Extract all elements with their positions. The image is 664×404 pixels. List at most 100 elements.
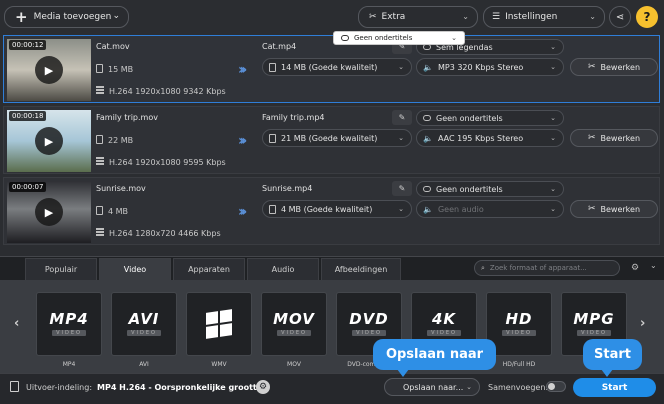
tab-label: Apparaten: [188, 265, 230, 274]
video-thumbnail[interactable]: 00:00:18 ▶: [7, 110, 91, 172]
tab-populair[interactable]: Populair: [25, 258, 97, 280]
play-icon[interactable]: ▶: [35, 127, 63, 155]
play-icon[interactable]: ▶: [35, 56, 63, 84]
video-thumbnail[interactable]: 00:00:12 ▶: [7, 39, 91, 101]
format-label: MP4: [62, 361, 76, 368]
audio-dropdown[interactable]: 🔈 MP3 320 Kbps Stereo ⌄: [416, 58, 564, 76]
share-button[interactable]: ⋖: [609, 6, 631, 28]
rename-pencil-icon[interactable]: ✎: [392, 181, 412, 196]
source-size-text: 15 MB: [108, 65, 134, 74]
callout-save-text: Opslaan naar: [385, 347, 484, 362]
file-row[interactable]: 00:00:07 ▶ Sunrise.mov 4 MB H.264 1280x7…: [3, 177, 660, 245]
format-mov[interactable]: MOV VIDEO: [261, 292, 327, 356]
file-list-empty-area: [0, 248, 664, 256]
format-tag: VIDEO: [352, 330, 386, 336]
format-label: HD/Full HD: [502, 361, 536, 368]
format-tag: VIDEO: [277, 330, 311, 336]
toggle-knob: [548, 383, 555, 390]
subtitles-dropdown[interactable]: Geen ondertitels ⌄: [416, 181, 564, 197]
format-search-input[interactable]: ⌕ Zoek formaat of apparaat...: [474, 260, 620, 276]
tab-video[interactable]: Video: [99, 258, 171, 280]
extra-label: Extra: [381, 12, 406, 22]
format-wmv[interactable]: [186, 292, 252, 356]
play-icon[interactable]: ▶: [35, 198, 63, 226]
tools-icon: ✂: [587, 133, 596, 143]
chevron-down-icon: ⌄: [550, 205, 556, 213]
video-thumbnail[interactable]: 00:00:07 ▶: [7, 181, 91, 243]
merge-toggle[interactable]: [546, 381, 566, 392]
output-size-dropdown[interactable]: 4 MB (Goede kwaliteit) ⌄: [262, 200, 412, 218]
edit-button[interactable]: ✂ Bewerken: [570, 58, 658, 76]
speaker-icon: 🔈: [423, 133, 433, 143]
save-to-dropdown[interactable]: Opslaan naar... ⌄: [384, 378, 480, 396]
callout-save: Opslaan naar: [373, 339, 496, 377]
settings-button[interactable]: ☰ Instellingen ⌄: [483, 6, 605, 28]
source-codec: H.264 1280x720 4466 Kbps: [96, 228, 221, 238]
file-icon: [96, 206, 103, 215]
chevron-down-icon: ⌄: [550, 114, 556, 122]
settings-list-icon: ☰: [492, 12, 501, 22]
extra-button[interactable]: ✂ Extra ⌄: [358, 6, 478, 28]
add-media-button[interactable]: + Media toevoegen ⌄: [4, 6, 129, 28]
format-badge: DVD: [349, 310, 389, 328]
subtitles-text: Geen ondertitels: [436, 113, 503, 123]
source-file-name: Sunrise.mov: [96, 184, 146, 193]
edit-button[interactable]: ✂ Bewerken: [570, 200, 658, 218]
file-row[interactable]: 00:00:12 ▶ Cat.mov 15 MB H.264 1920x1080…: [3, 35, 660, 103]
callout-tail: [397, 369, 409, 377]
chevron-left-icon[interactable]: ‹: [14, 316, 19, 331]
format-label: MOV: [287, 361, 301, 368]
chevron-down-icon: ⌄: [550, 134, 556, 142]
format-badge: HD: [505, 310, 533, 328]
file-icon: [269, 133, 276, 143]
duration-badge: 00:00:18: [9, 111, 47, 121]
chevron-right-icon[interactable]: ›: [640, 316, 645, 331]
chevron-down-icon: ⌄: [550, 43, 556, 51]
source-codec: H.264 1920x1080 9595 Kbps: [96, 157, 226, 167]
tab-afbeeldingen[interactable]: Afbeeldingen: [321, 258, 401, 280]
tools-icon: ✂: [587, 204, 596, 214]
chevron-down-icon: ⌄: [398, 63, 404, 71]
plus-icon: +: [15, 7, 28, 26]
file-row[interactable]: 00:00:18 ▶ Family trip.mov 22 MB H.264 1…: [3, 106, 660, 174]
format-settings-icon[interactable]: ⚙: [627, 260, 643, 276]
chevron-down-icon: ⌄: [589, 12, 596, 21]
tab-apparaten[interactable]: Apparaten: [173, 258, 245, 280]
tab-label: Populair: [44, 265, 78, 274]
audio-dropdown[interactable]: 🔈 AAC 195 Kbps Stereo ⌄: [416, 129, 564, 147]
audio-text: Geen audio: [437, 204, 484, 214]
gear-icon[interactable]: ⚙: [256, 380, 270, 394]
callout-start: Start: [583, 339, 642, 377]
subtitles-dropdown[interactable]: Geen ondertitels ⌄: [416, 110, 564, 126]
audio-dropdown[interactable]: 🔈 Geen audio ⌄: [416, 200, 564, 218]
chevron-down-icon: ⌄: [550, 63, 556, 71]
edit-label: Bewerken: [600, 62, 641, 72]
tab-audio[interactable]: Audio: [247, 258, 319, 280]
format-avi[interactable]: AVI VIDEO: [111, 292, 177, 356]
subtitle-dropdown-popup[interactable]: Geen ondertitels ⌄: [333, 31, 465, 45]
share-icon: ⋖: [615, 11, 625, 23]
output-size-dropdown[interactable]: 21 MB (Goede kwaliteit) ⌄: [262, 129, 412, 147]
format-mp4[interactable]: MP4 VIDEO: [36, 292, 102, 356]
tools-icon: ✂: [587, 62, 596, 72]
format-hd[interactable]: HD VIDEO: [486, 292, 552, 356]
search-icon: ⌕: [481, 263, 485, 272]
chevron-down-icon: ⌄: [466, 383, 472, 391]
file-icon: [269, 204, 276, 214]
start-button[interactable]: Start: [573, 378, 656, 397]
tab-label: Audio: [271, 265, 295, 274]
rename-pencil-icon[interactable]: ✎: [392, 110, 412, 125]
edit-button[interactable]: ✂ Bewerken: [570, 129, 658, 147]
format-badge: MP4: [49, 310, 89, 328]
source-size-text: 4 MB: [108, 207, 129, 216]
help-button[interactable]: ?: [636, 6, 658, 28]
codec-text: H.264 1280x720 4466 Kbps: [109, 229, 221, 238]
subtitle-icon: [423, 186, 431, 192]
callout-tail: [601, 369, 613, 377]
chevron-down-icon: ⌄: [112, 11, 120, 21]
film-icon: [96, 86, 104, 95]
audio-text: MP3 320 Kbps Stereo: [437, 62, 524, 72]
chevron-down-icon[interactable]: ⌄: [650, 261, 657, 270]
output-size-dropdown[interactable]: 14 MB (Goede kwaliteit) ⌄: [262, 58, 412, 76]
start-label: Start: [601, 382, 628, 393]
